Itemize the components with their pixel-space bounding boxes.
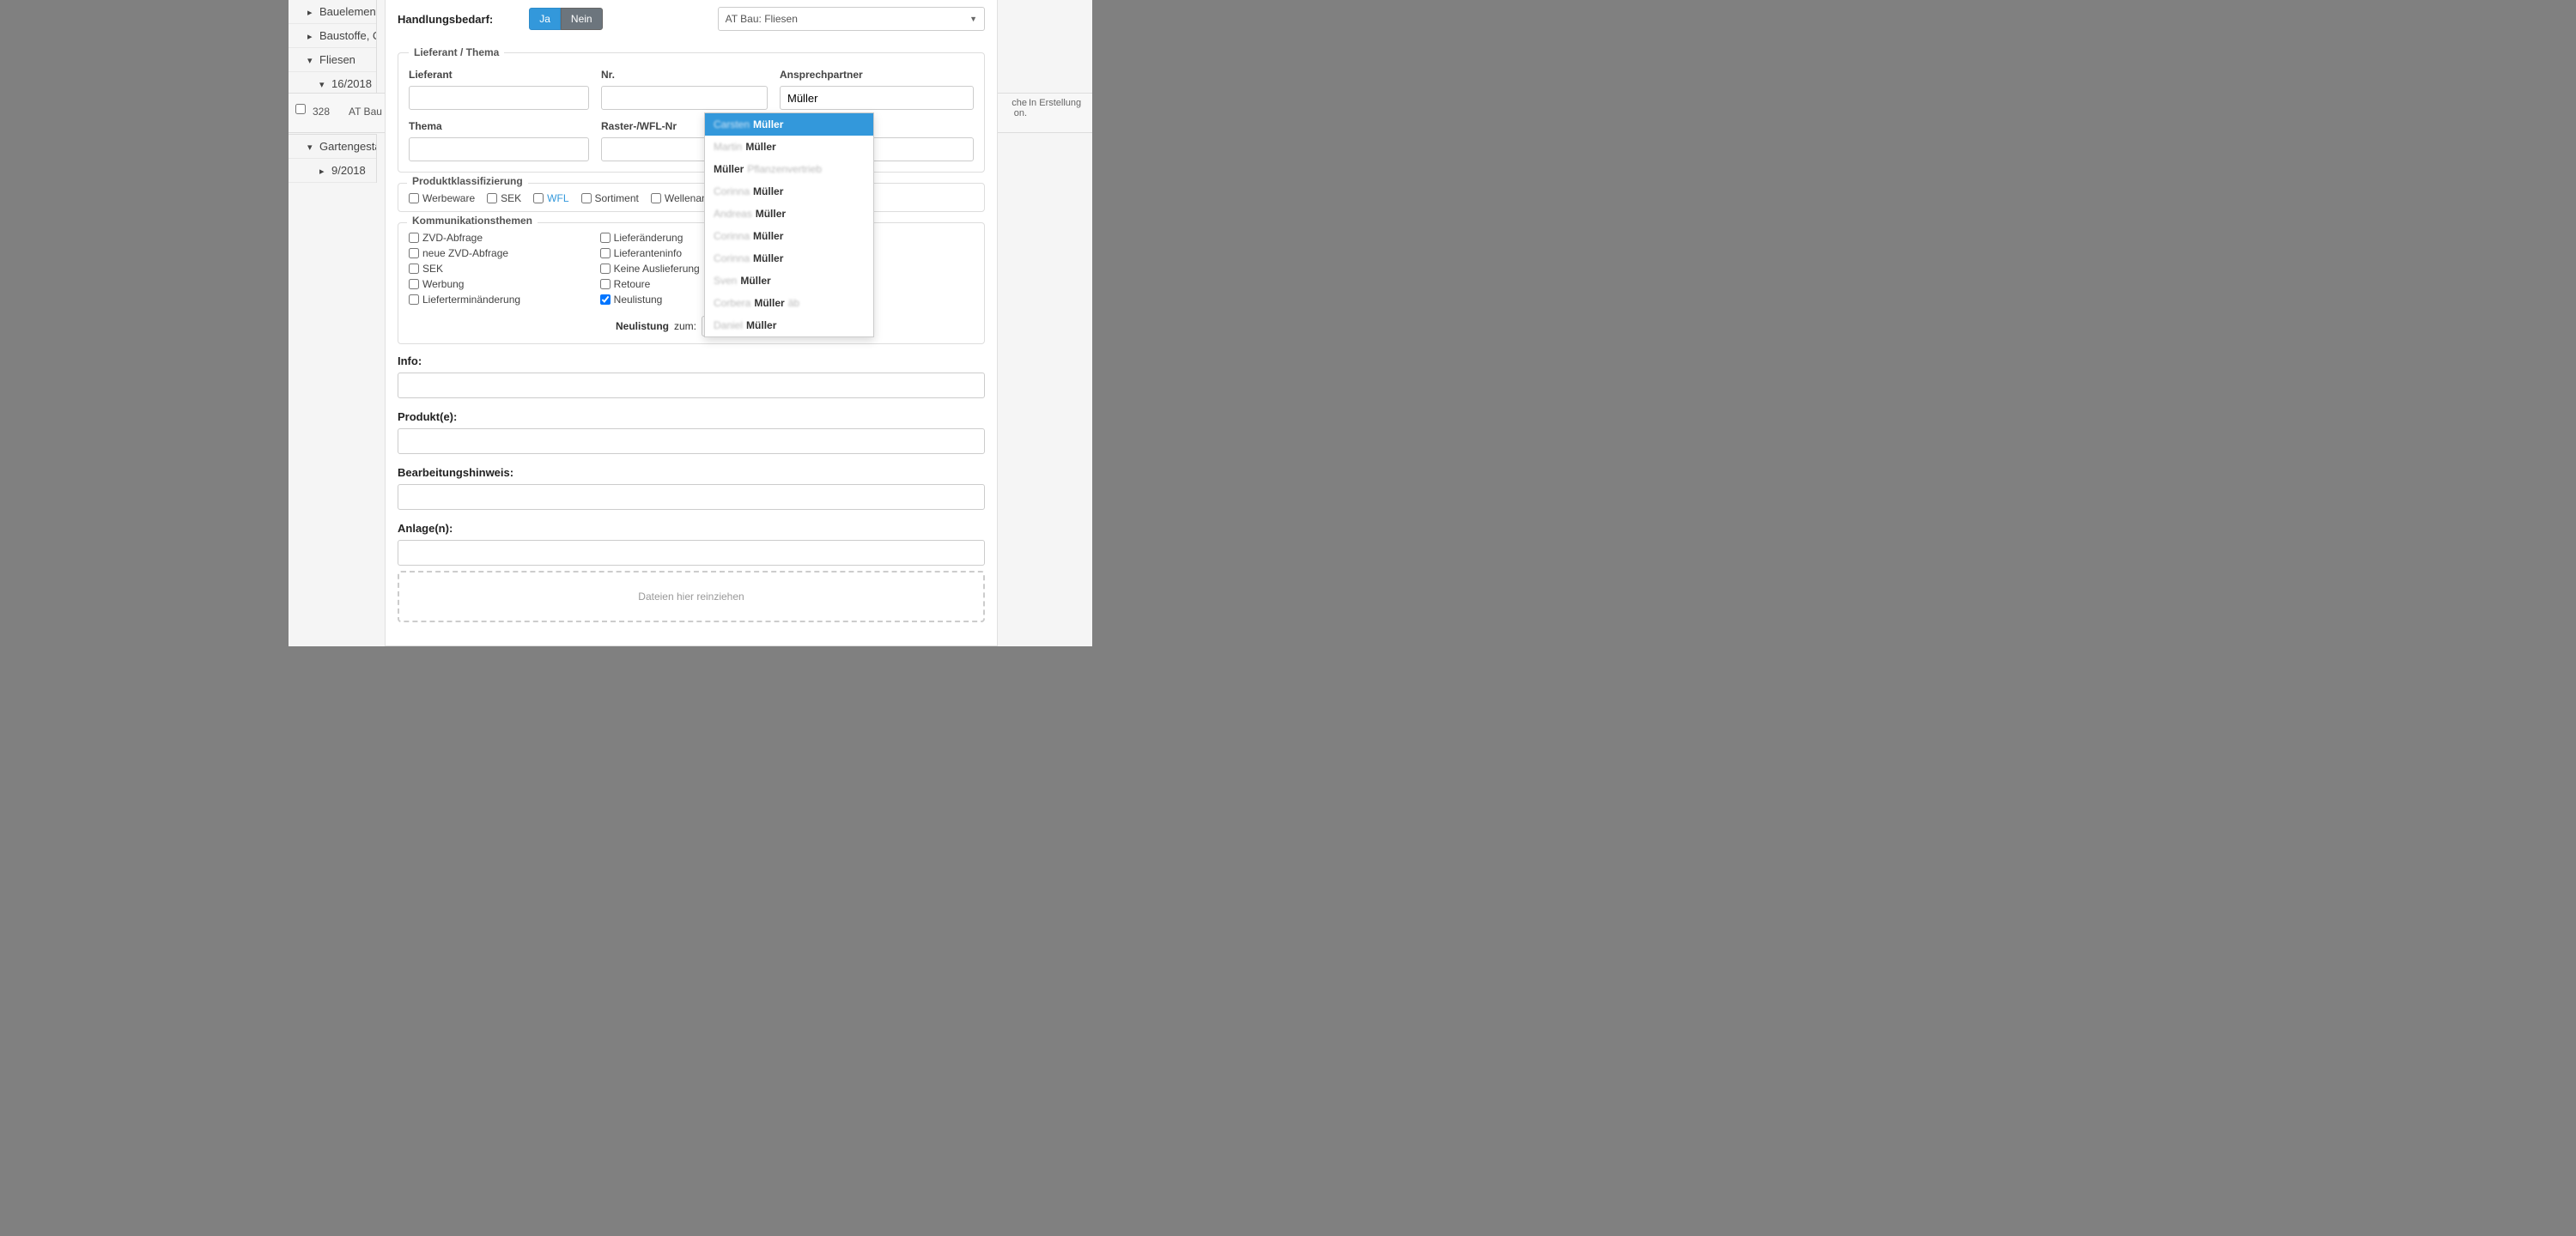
cb-lieferterminaenderung[interactable]: Lieferterminänderung: [409, 294, 592, 306]
cb-werbeware[interactable]: Werbeware: [409, 192, 475, 204]
info-label: Info:: [398, 354, 985, 367]
info-input[interactable]: [398, 373, 985, 398]
table-cell: che on.: [994, 98, 1027, 118]
cb-zvd[interactable]: ZVD-Abfrage: [409, 232, 592, 244]
lieferant-label: Lieferant: [409, 69, 589, 81]
chevron-down-icon: ▾: [319, 79, 328, 90]
tree-item-fliesen[interactable]: ▾Fliesen: [289, 48, 376, 72]
cb-sek[interactable]: SEK: [487, 192, 521, 204]
nein-button[interactable]: Nein: [561, 8, 603, 30]
tree-item-9-2018[interactable]: ▸9/2018: [289, 159, 376, 183]
ansprechpartner-input[interactable]: [780, 86, 974, 110]
dropdown-item[interactable]: Corinna Müller: [705, 247, 873, 270]
chevron-down-icon: ▾: [307, 142, 316, 153]
bearb-input[interactable]: [398, 484, 985, 510]
handlungsbedarf-label: Handlungsbedarf:: [398, 13, 493, 26]
anlagen-label: Anlage(n):: [398, 522, 985, 535]
bearb-label: Bearbeitungshinweis:: [398, 466, 985, 479]
tree-item-bauelemente[interactable]: ▸Bauelemente: [289, 0, 376, 24]
lieferant-input[interactable]: [409, 86, 589, 110]
dropdown-item[interactable]: Andreas Müller: [705, 203, 873, 225]
category-select[interactable]: AT Bau: Fliesen: [718, 7, 985, 31]
tree-item-garten[interactable]: ▾Gartengestaltu: [289, 135, 376, 159]
handlungsbedarf-toggle: Ja Nein: [529, 8, 602, 30]
cb-sortiment[interactable]: Sortiment: [581, 192, 639, 204]
row-name: AT Bau: [349, 106, 382, 118]
chevron-right-icon: ▸: [307, 7, 316, 18]
cb-neue-zvd[interactable]: neue ZVD-Abfrage: [409, 247, 592, 259]
dropdown-item[interactable]: Corbera Müller äb: [705, 292, 873, 314]
file-dropzone[interactable]: Dateien hier reinziehen: [398, 571, 985, 622]
neulistung-label: Neulistung: [616, 320, 669, 332]
dropdown-item[interactable]: Müller Pflanzenvertrieb: [705, 158, 873, 180]
ansprechpartner-label: Ansprechpartner: [780, 69, 974, 81]
produkte-input[interactable]: [398, 428, 985, 454]
chevron-down-icon: ▾: [307, 55, 316, 66]
anlagen-input[interactable]: [398, 540, 985, 566]
produktklass-section: Produktklassifizierung Werbeware SEK WFL…: [398, 183, 985, 212]
cb-wfl[interactable]: WFL: [533, 192, 568, 204]
row-id: 328: [313, 106, 330, 118]
row-checkbox[interactable]: [295, 104, 306, 114]
lieferant-thema-fieldset: Lieferant / Thema Lieferant Nr. Ansprech…: [398, 46, 985, 173]
dropdown-item[interactable]: Daniel Müller: [705, 314, 873, 336]
thema-label: Thema: [409, 120, 589, 132]
dropdown-item[interactable]: Carsten Müller: [705, 113, 873, 136]
nr-input[interactable]: [601, 86, 768, 110]
dropdown-item[interactable]: Martin Müller: [705, 136, 873, 158]
thema-input[interactable]: [409, 137, 589, 161]
table-cell-status: In Erstellung: [1029, 98, 1081, 108]
nr-label: Nr.: [601, 69, 768, 81]
produkte-label: Produkt(e):: [398, 410, 985, 423]
ja-button[interactable]: Ja: [529, 8, 561, 30]
chevron-right-icon: ▸: [319, 166, 328, 177]
dropdown-item[interactable]: Corinna Müller: [705, 180, 873, 203]
dropdown-item[interactable]: Sven Müller: [705, 270, 873, 292]
cb-werbung[interactable]: Werbung: [409, 278, 592, 290]
sidebar-lower: ▾Gartengestaltu ▸9/2018: [289, 134, 377, 183]
chevron-right-icon: ▸: [307, 31, 316, 42]
ansprechpartner-dropdown: Carsten MüllerMartin MüllerMüller Pflanz…: [704, 112, 874, 337]
modal-panel: Handlungsbedarf: Ja Nein AT Bau: Fliesen…: [385, 0, 998, 646]
dropdown-item[interactable]: Corinna Müller: [705, 225, 873, 247]
tree-item-baustoffe[interactable]: ▸Baustoffe, Che: [289, 24, 376, 48]
cb-sek2[interactable]: SEK: [409, 263, 592, 275]
kommunikation-section: Kommunikationsthemen ZVD-Abfrage Lieferä…: [398, 222, 985, 344]
